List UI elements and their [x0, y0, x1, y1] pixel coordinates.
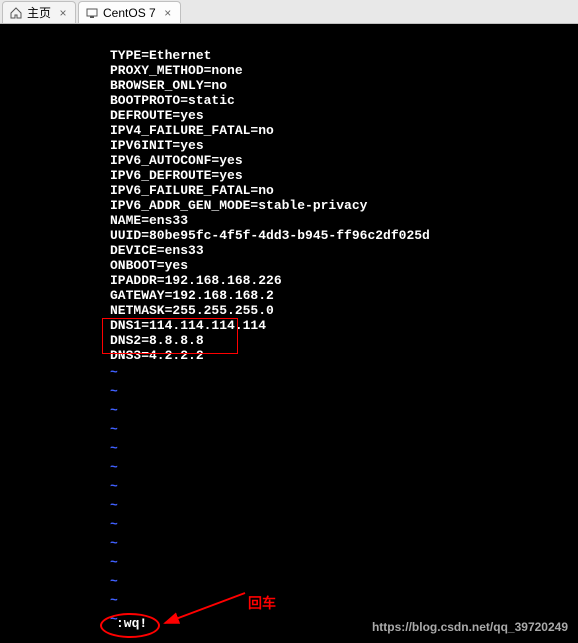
vim-tilde: ~: [110, 496, 578, 515]
config-line: DNS3=4.2.2.2: [110, 348, 578, 363]
config-line: NAME=ens33: [110, 213, 578, 228]
config-line: BROWSER_ONLY=no: [110, 78, 578, 93]
config-line: IPV6_AUTOCONF=yes: [110, 153, 578, 168]
config-line: ONBOOT=yes: [110, 258, 578, 273]
vim-tilde: ~: [110, 534, 578, 553]
tab-label: 主页: [27, 4, 51, 21]
config-line: DNS1=114.114.114.114: [110, 318, 578, 333]
config-line: NETMASK=255.255.255.0: [110, 303, 578, 318]
vim-tilde: ~: [110, 382, 578, 401]
vm-icon: [85, 6, 99, 20]
config-line: GATEWAY=192.168.168.2: [110, 288, 578, 303]
config-content: TYPE=Ethernet PROXY_METHOD=none BROWSER_…: [0, 48, 578, 363]
config-line: TYPE=Ethernet: [110, 48, 578, 63]
annotation-label: 回车: [248, 596, 276, 611]
config-line: IPADDR=192.168.168.226: [110, 273, 578, 288]
vim-tilde: ~: [110, 363, 578, 382]
vim-tilde: ~: [110, 553, 578, 572]
vim-tilde-lines: ~ ~ ~ ~ ~ ~ ~ ~ ~ ~ ~ ~ ~ ~: [0, 363, 578, 629]
terminal-window[interactable]: TYPE=Ethernet PROXY_METHOD=none BROWSER_…: [0, 24, 578, 643]
config-line: IPV6_FAILURE_FATAL=no: [110, 183, 578, 198]
close-icon[interactable]: ×: [57, 7, 69, 19]
vim-tilde: ~: [110, 401, 578, 420]
vim-command-line[interactable]: :wq!: [116, 616, 147, 631]
config-line: DEFROUTE=yes: [110, 108, 578, 123]
config-line: DEVICE=ens33: [110, 243, 578, 258]
tab-label: CentOS 7: [103, 6, 156, 20]
config-line: IPV6INIT=yes: [110, 138, 578, 153]
vim-tilde: ~: [110, 591, 578, 610]
vim-tilde: ~: [110, 420, 578, 439]
tab-home[interactable]: 主页 ×: [2, 1, 76, 23]
vim-tilde: ~: [110, 515, 578, 534]
config-line: PROXY_METHOD=none: [110, 63, 578, 78]
config-line: IPV6_ADDR_GEN_MODE=stable-privacy: [110, 198, 578, 213]
close-icon[interactable]: ×: [162, 7, 174, 19]
config-line: IPV6_DEFROUTE=yes: [110, 168, 578, 183]
watermark: https://blog.csdn.net/qq_39720249: [372, 620, 568, 635]
vim-tilde: ~: [110, 439, 578, 458]
vim-tilde: ~: [110, 477, 578, 496]
home-icon: [9, 6, 23, 20]
config-line: UUID=80be95fc-4f5f-4dd3-b945-ff96c2df025…: [110, 228, 578, 243]
vim-tilde: ~: [110, 458, 578, 477]
config-line: DNS2=8.8.8.8: [110, 333, 578, 348]
tab-centos[interactable]: CentOS 7 ×: [78, 1, 181, 23]
config-line: BOOTPROTO=static: [110, 93, 578, 108]
tab-bar: 主页 × CentOS 7 ×: [0, 0, 578, 24]
vim-tilde: ~: [110, 572, 578, 591]
config-line: IPV4_FAILURE_FATAL=no: [110, 123, 578, 138]
